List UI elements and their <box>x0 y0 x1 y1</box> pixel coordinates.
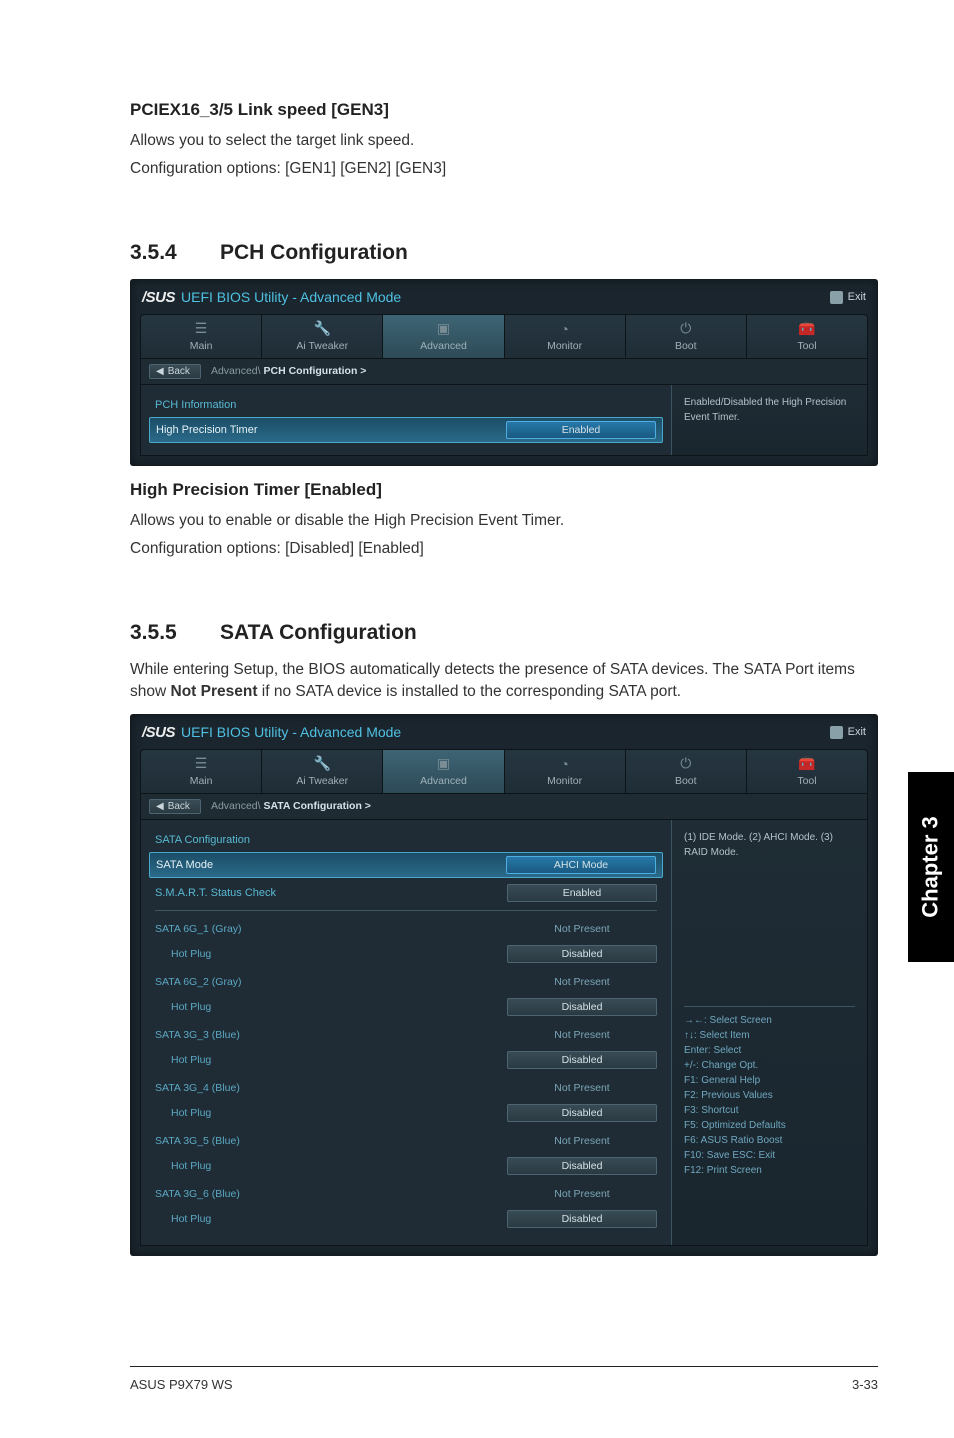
wrench-icon: 🔧 <box>262 756 382 772</box>
bios-mode-title: UEFI BIOS Utility - Advanced Mode <box>181 724 401 740</box>
hpt-opts: Configuration options: [Disabled] [Enabl… <box>130 538 878 560</box>
list-icon: ☰ <box>141 321 261 337</box>
sata-port-row[interactable]: SATA 6G_2 (Gray)Not PresentHot PlugDisab… <box>155 970 657 1020</box>
chip-icon: ▣ <box>383 321 503 337</box>
chip-icon: ▣ <box>383 756 503 772</box>
back-button[interactable]: ◀ Back <box>149 799 201 814</box>
smart-row[interactable]: S.M.A.R.T. Status Check Enabled <box>155 880 657 906</box>
sata-mode-value[interactable]: AHCI Mode <box>506 856 656 874</box>
bios-mode-title: UEFI BIOS Utility - Advanced Mode <box>181 289 401 305</box>
hpt-desc: Allows you to enable or disable the High… <box>130 510 878 532</box>
bios-tabs: ☰Main 🔧Ai Tweaker ▣Advanced ◔Monitor ⏻Bo… <box>140 749 868 794</box>
back-arrow-icon: ◀ <box>156 366 164 377</box>
sata-help: (1) IDE Mode. (2) AHCI Mode. (3) RAID Mo… <box>684 830 855 860</box>
sata-port-row[interactable]: SATA 3G_4 (Blue)Not PresentHot PlugDisab… <box>155 1076 657 1126</box>
sata-port-row[interactable]: SATA 3G_6 (Blue)Not PresentHot PlugDisab… <box>155 1182 657 1232</box>
pch-info-label: PCH Information <box>155 399 236 411</box>
sata-mode-row[interactable]: SATA Mode AHCI Mode <box>149 852 663 878</box>
tab-main[interactable]: ☰Main <box>141 750 262 793</box>
tab-tool[interactable]: 🧰Tool <box>747 750 867 793</box>
pciex-title: PCIEX16_3/5 Link speed [GEN3] <box>130 100 878 120</box>
gauge-icon: ◔ <box>505 321 625 337</box>
footer-right: 3-33 <box>852 1377 878 1392</box>
bios-logo: /SUS <box>142 289 175 306</box>
pciex-desc: Allows you to select the target link spe… <box>130 130 878 152</box>
help-panel: Enabled/Disabled the High Precision Even… <box>671 385 867 455</box>
bios-panel-pch: /SUS UEFI BIOS Utility - Advanced Mode E… <box>130 279 878 466</box>
sata-config-label: SATA Configuration <box>155 834 250 846</box>
tab-advanced[interactable]: ▣Advanced <box>383 315 504 358</box>
tab-main[interactable]: ☰Main <box>141 315 262 358</box>
breadcrumb: ◀ Back Advanced\ PCH Configuration > <box>140 359 868 385</box>
bios-logo: /SUS <box>142 724 175 741</box>
exit-icon <box>830 291 843 304</box>
toolbox-icon: 🧰 <box>747 756 867 772</box>
tab-boot[interactable]: ⏻Boot <box>626 315 747 358</box>
list-icon: ☰ <box>141 756 261 772</box>
sata-port-row[interactable]: SATA 3G_3 (Blue)Not PresentHot PlugDisab… <box>155 1023 657 1073</box>
tab-tool[interactable]: 🧰Tool <box>747 315 867 358</box>
bios-tabs: ☰Main 🔧Ai Tweaker ▣Advanced ◔Monitor ⏻Bo… <box>140 314 868 359</box>
tab-monitor[interactable]: ◔Monitor <box>505 750 626 793</box>
hpt-value[interactable]: Enabled <box>506 421 656 439</box>
tab-ai-tweaker[interactable]: 🔧Ai Tweaker <box>262 750 383 793</box>
sata-port-row[interactable]: SATA 3G_5 (Blue)Not PresentHot PlugDisab… <box>155 1129 657 1179</box>
tab-boot[interactable]: ⏻Boot <box>626 750 747 793</box>
power-icon: ⏻ <box>626 756 746 772</box>
wrench-icon: 🔧 <box>262 321 382 337</box>
section-355: 3.5.5SATA Configuration <box>130 621 878 645</box>
hpt-title: High Precision Timer [Enabled] <box>130 480 878 500</box>
breadcrumb: ◀ Back Advanced\ SATA Configuration > <box>140 794 868 820</box>
gauge-icon: ◔ <box>505 756 625 772</box>
exit-button[interactable]: Exit <box>830 291 866 304</box>
page-footer: ASUS P9X79 WS 3-33 <box>130 1366 878 1392</box>
smart-value[interactable]: Enabled <box>507 884 657 902</box>
pciex-opts: Configuration options: [GEN1] [GEN2] [GE… <box>130 158 878 180</box>
section-354: 3.5.4PCH Configuration <box>130 241 878 265</box>
tab-ai-tweaker[interactable]: 🔧Ai Tweaker <box>262 315 383 358</box>
key-help: →←: Select Screen ↑↓: Select Item Enter:… <box>684 1013 855 1178</box>
footer-left: ASUS P9X79 WS <box>130 1377 233 1392</box>
sata-port-row[interactable]: SATA 6G_1 (Gray)Not PresentHot PlugDisab… <box>155 917 657 967</box>
bios-panel-sata: /SUS UEFI BIOS Utility - Advanced Mode E… <box>130 714 878 1256</box>
high-precision-timer-row[interactable]: High Precision Timer Enabled <box>149 417 663 443</box>
tab-monitor[interactable]: ◔Monitor <box>505 315 626 358</box>
chapter-tab: Chapter 3 <box>908 772 954 962</box>
tab-advanced[interactable]: ▣Advanced <box>383 750 504 793</box>
back-arrow-icon: ◀ <box>156 801 164 812</box>
sata-desc: While entering Setup, the BIOS automatic… <box>130 659 878 704</box>
divider <box>155 910 657 911</box>
toolbox-icon: 🧰 <box>747 321 867 337</box>
power-icon: ⏻ <box>626 321 746 337</box>
exit-icon <box>830 726 843 739</box>
back-button[interactable]: ◀ Back <box>149 364 201 379</box>
exit-button[interactable]: Exit <box>830 726 866 739</box>
